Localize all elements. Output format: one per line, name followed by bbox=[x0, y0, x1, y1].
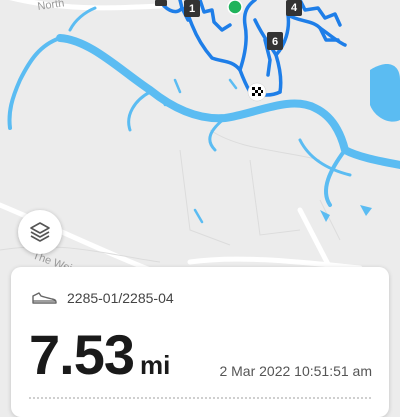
lap-marker-4-label: 4 bbox=[291, 2, 298, 14]
divider bbox=[29, 397, 371, 399]
map-layers-button[interactable] bbox=[18, 210, 62, 254]
lap-marker-6[interactable]: 6 bbox=[267, 32, 283, 50]
finish-flag-marker[interactable] bbox=[247, 82, 267, 102]
distance-value: 7.53 bbox=[29, 323, 135, 386]
lap-marker-4[interactable]: 4 bbox=[286, 0, 302, 16]
layers-icon bbox=[30, 222, 50, 242]
lap-marker-edge bbox=[155, 0, 167, 6]
lap-marker-1[interactable]: 1 bbox=[184, 0, 200, 17]
shoe-name: 2285-01/2285-04 bbox=[67, 290, 174, 306]
distance-unit: mi bbox=[140, 350, 171, 380]
activity-summary-card[interactable]: 2285-01/2285-04 7.53 mi 2 Mar 2022 10:51… bbox=[11, 267, 389, 417]
lap-marker-1-label: 1 bbox=[189, 3, 195, 15]
distance: 7.53 mi bbox=[29, 322, 170, 387]
start-marker[interactable] bbox=[227, 0, 243, 15]
activity-datetime: 2 Mar 2022 10:51:51 am bbox=[219, 363, 372, 379]
shoe-row[interactable]: 2285-01/2285-04 bbox=[31, 290, 174, 306]
shoe-icon bbox=[32, 292, 57, 304]
lap-marker-6-label: 6 bbox=[272, 36, 278, 48]
